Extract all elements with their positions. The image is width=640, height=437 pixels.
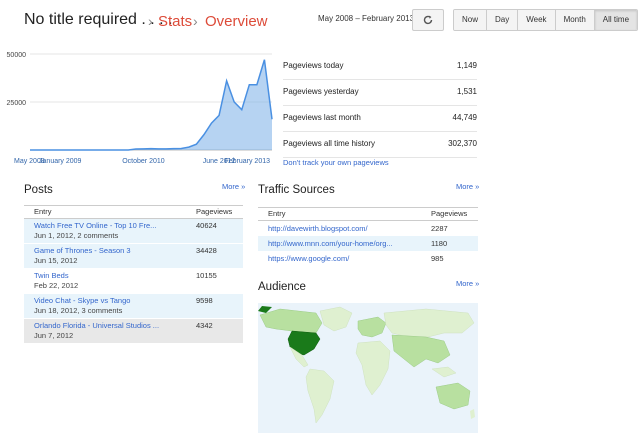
stat-row-last-month: Pageviews last month 44,749 (283, 106, 477, 132)
range-button-all-time[interactable]: All time (594, 10, 638, 30)
posts-table: Entry Pageviews Watch Free TV Online - T… (24, 205, 243, 344)
traffic-table-header: Entry Pageviews (258, 207, 478, 221)
post-meta: Jun 15, 2012 (34, 256, 78, 265)
column-pageviews: Pageviews (431, 209, 468, 218)
stat-row-all-time: Pageviews all time history 302,370 (283, 132, 477, 158)
pageviews-area (30, 59, 272, 150)
post-link[interactable]: Game of Thrones - Season 3 (34, 246, 194, 255)
traffic-source-link[interactable]: https://www.google.com/ (258, 251, 349, 266)
posts-title: Posts (24, 184, 53, 196)
table-row: Game of Thrones - Season 3 Jun 15, 2012 3… (24, 244, 243, 269)
stat-value: 302,370 (448, 139, 477, 148)
audience-more-link[interactable]: More » (456, 279, 479, 288)
table-row: http://www.mnn.com/your-home/org... 1180 (258, 236, 478, 251)
range-button-week[interactable]: Week (518, 10, 556, 30)
post-link[interactable]: Orlando Florida - Universal Studios ... (34, 321, 194, 330)
breadcrumb-separator: › (148, 13, 153, 29)
post-pageviews: 10155 (196, 271, 217, 280)
stat-row-yesterday: Pageviews yesterday 1,531 (283, 80, 477, 106)
x-tick-label: February 2013 (224, 158, 270, 165)
traffic-sources-title: Traffic Sources (258, 184, 335, 196)
post-pageviews: 9598 (196, 296, 213, 305)
traffic-source-link[interactable]: http://www.mnn.com/your-home/org... (258, 236, 393, 251)
post-pageviews: 40624 (196, 221, 217, 230)
post-pageviews: 4342 (196, 321, 213, 330)
post-link[interactable]: Video Chat - Skype vs Tango (34, 296, 194, 305)
breadcrumb-separator: › (193, 13, 198, 29)
x-tick-label: October 2010 (122, 158, 165, 165)
posts-more-link[interactable]: More » (222, 182, 245, 191)
traffic-table: Entry Pageviews http://davewirth.blogspo… (258, 207, 478, 266)
map-russia (383, 308, 475, 338)
traffic-pageviews: 2287 (431, 224, 448, 233)
traffic-more-link[interactable]: More » (456, 182, 479, 191)
breadcrumb-overview: Overview (205, 13, 268, 30)
post-pageviews: 34428 (196, 246, 217, 255)
refresh-button[interactable] (412, 9, 444, 31)
table-row: Twin Beds Feb 22, 2012 10155 (24, 269, 243, 294)
stat-label: Pageviews last month (283, 113, 361, 122)
post-meta: Feb 22, 2012 (34, 281, 79, 290)
column-entry: Entry (34, 207, 52, 216)
traffic-source-link[interactable]: http://davewirth.blogspot.com/ (258, 221, 368, 236)
audience-world-map[interactable] (258, 303, 478, 433)
table-row: Watch Free TV Online - Top 10 Fre... Jun … (24, 219, 243, 244)
pageviews-chart: 5000025000May 2008January 2009 October 20… (7, 52, 273, 165)
column-pageviews: Pageviews (196, 207, 233, 216)
stat-value: 1,149 (456, 61, 477, 70)
table-row: Video Chat - Skype vs Tango Jun 18, 2012,… (24, 294, 243, 319)
table-row: https://www.google.com/985 (258, 251, 478, 266)
stat-label: Pageviews all time history (283, 139, 376, 148)
traffic-pageviews: 1180 (431, 239, 448, 248)
range-button-now[interactable]: Now (454, 10, 488, 30)
posts-table-header: Entry Pageviews (24, 205, 243, 219)
table-row: Orlando Florida - Universal Studios ... J… (24, 319, 243, 344)
stat-value: 44,749 (452, 113, 477, 122)
stat-label: Pageviews today (283, 61, 344, 70)
stat-row-today: Pageviews today 1,149 (283, 54, 477, 80)
table-row: http://davewirth.blogspot.com/2287 (258, 221, 478, 236)
column-entry: Entry (268, 209, 286, 218)
breadcrumb-stats[interactable]: Stats (158, 13, 192, 30)
post-meta: Jun 1, 2012, 2 comments (34, 231, 119, 240)
stats-summary: Pageviews today 1,149 Pageviews yesterday… (283, 54, 477, 158)
post-meta: Jun 7, 2012 (34, 331, 74, 340)
post-link[interactable]: Twin Beds (34, 271, 194, 280)
y-tick-label: 25000 (7, 100, 27, 107)
post-link[interactable]: Watch Free TV Online - Top 10 Fre... (34, 221, 194, 230)
traffic-pageviews: 985 (431, 254, 444, 263)
time-range-selector: Now Day Week Month All time (453, 9, 639, 31)
audience-title: Audience (258, 281, 306, 293)
stat-label: Pageviews yesterday (283, 87, 359, 96)
date-range-label: May 2008 – February 2013 (318, 14, 415, 23)
y-tick-label: 50000 (7, 52, 27, 59)
range-button-day[interactable]: Day (487, 10, 519, 30)
dont-track-link[interactable]: Don't track your own pageviews (283, 158, 389, 167)
refresh-icon (423, 15, 433, 25)
range-button-month[interactable]: Month (555, 10, 595, 30)
x-tick-label: January 2009 (39, 158, 82, 165)
stat-value: 1,531 (456, 87, 477, 96)
post-meta: Jun 18, 2012, 3 comments (34, 306, 123, 315)
